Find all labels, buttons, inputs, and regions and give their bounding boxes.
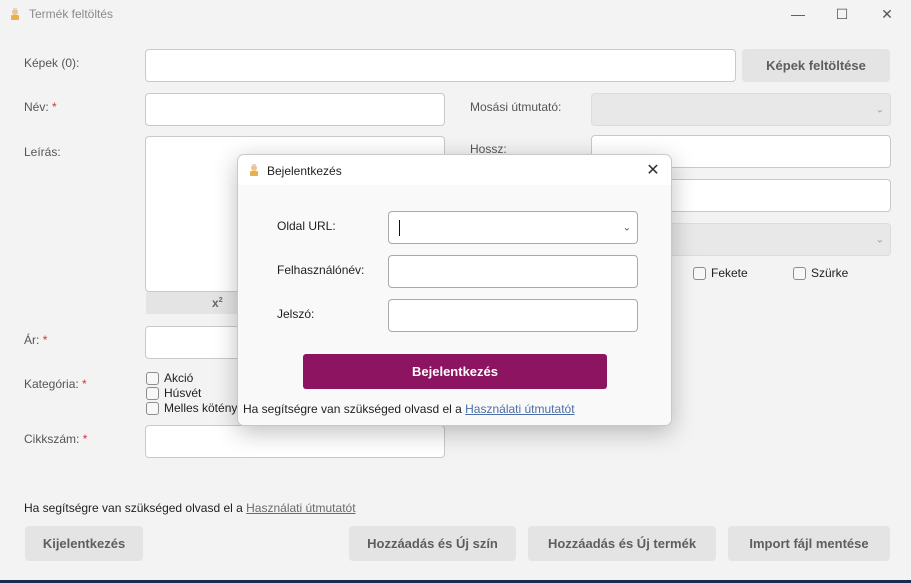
maximize-button[interactable]: ☐ [819, 0, 865, 28]
category-checkbox-melles-koteny[interactable]: Melles kötény [146, 401, 237, 415]
password-input[interactable] [388, 299, 638, 332]
required-mark: * [82, 377, 87, 391]
dialog-help-prefix: Ha segítségre van szükséged olvasd el a [243, 402, 462, 416]
login-button[interactable]: Bejelentkezés [303, 354, 607, 389]
dialog-title: Bejelentkezés [267, 164, 342, 178]
description-label: Leírás: [24, 145, 61, 159]
category-option-label: Húsvét [164, 386, 202, 400]
add-new-color-button[interactable]: Hozzáadás és Új szín [349, 526, 516, 561]
name-input[interactable] [145, 93, 445, 126]
dialog-title-bar: Bejelentkezés ✕ [238, 155, 671, 185]
category-option-label: Melles kötény [164, 401, 238, 415]
add-new-product-button[interactable]: Hozzáadás és Új termék [528, 526, 716, 561]
color-checkbox-szurke[interactable]: Szürke [793, 266, 848, 280]
checkbox-box[interactable] [146, 401, 159, 415]
help-text: Ha segítségre van szükséged olvasd el a … [24, 501, 356, 515]
color-label: Fekete [711, 266, 748, 280]
category-checkbox-akcio[interactable]: Akció [146, 371, 193, 385]
superscript-icon[interactable]: x2 [212, 296, 223, 310]
required-mark: * [52, 100, 57, 114]
minimize-button[interactable]: — [775, 0, 821, 28]
chevron-down-icon: ⌄ [875, 104, 884, 115]
dialog-close-button[interactable]: ✕ [643, 160, 663, 180]
category-label: Kategória: * [24, 377, 87, 391]
color-checkbox-fekete[interactable]: Fekete [693, 266, 748, 280]
url-label: Oldal URL: [277, 219, 336, 233]
logout-button[interactable]: Kijelentkezés [25, 526, 143, 561]
name-label: Név: * [24, 100, 57, 114]
editor-toolbar [146, 292, 238, 314]
images-label: Képek (0): [24, 56, 80, 70]
title-bar: Termék feltöltés — ☐ ✕ [0, 0, 911, 28]
sku-label: Cikkszám: * [24, 432, 87, 446]
checkbox-box[interactable] [693, 266, 706, 280]
superscript-exponent: 2 [218, 297, 223, 304]
login-dialog: Bejelentkezés ✕ Oldal URL: ⌄ Felhasználó… [237, 154, 672, 426]
wash-label: Mosási útmutató: [470, 100, 562, 114]
color-label: Szürke [811, 266, 849, 280]
superscript-base: x [212, 296, 219, 310]
password-label: Jelszó: [277, 307, 315, 321]
price-label: Ár: * [24, 333, 47, 347]
wash-select[interactable]: ⌄ [591, 93, 891, 126]
chevron-down-icon: ⌄ [875, 234, 884, 245]
name-label-text: Név: [24, 100, 49, 114]
app-icon [247, 163, 261, 177]
username-label: Felhasználónév: [277, 263, 365, 277]
category-option-label: Akció [164, 371, 194, 385]
close-button[interactable]: ✕ [864, 0, 910, 28]
required-mark: * [42, 333, 48, 347]
dialog-help-text: Ha segítségre van szükséged olvasd el a … [243, 402, 575, 416]
app-icon [8, 7, 22, 21]
category-label-text: Kategória: [24, 377, 79, 391]
required-mark: * [82, 432, 88, 446]
username-input[interactable] [388, 255, 638, 288]
chevron-down-icon: ⌄ [622, 222, 631, 233]
upload-images-button[interactable]: Képek feltöltése [742, 49, 890, 82]
window-title: Termék feltöltés [29, 7, 114, 21]
checkbox-box[interactable] [793, 266, 806, 280]
help-prefix: Ha segítségre van szükséged olvasd el a [24, 501, 243, 515]
sku-label-text: Cikkszám: [24, 432, 80, 446]
help-link[interactable]: Használati útmutatót [246, 501, 355, 515]
text-caret [399, 220, 400, 236]
dialog-help-link[interactable]: Használati útmutatót [465, 402, 574, 416]
save-import-button[interactable]: Import fájl mentése [728, 526, 890, 561]
images-field[interactable] [145, 49, 736, 82]
dialog-body: Oldal URL: ⌄ Felhasználónév: Jelszó: Bej… [238, 185, 671, 425]
sku-input[interactable] [145, 425, 445, 458]
checkbox-box[interactable] [146, 386, 159, 400]
price-label-text: Ár: [24, 333, 40, 347]
checkbox-box[interactable] [146, 371, 159, 385]
category-checkbox-husvet[interactable]: Húsvét [146, 386, 201, 400]
url-select[interactable]: ⌄ [388, 211, 638, 244]
